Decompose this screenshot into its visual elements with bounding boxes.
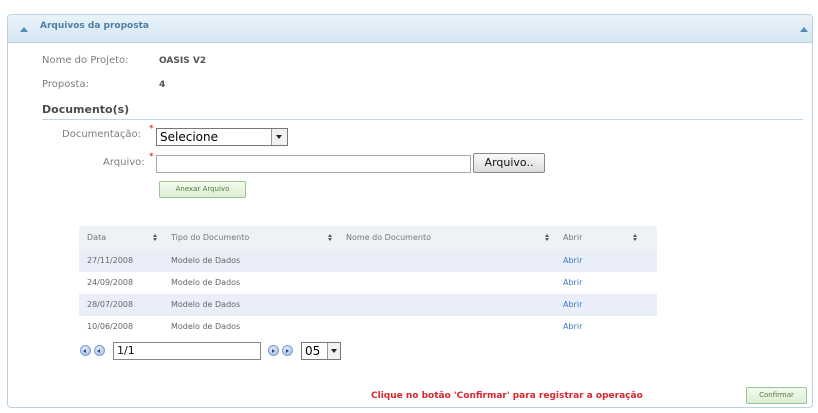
previous-page-icon <box>97 349 100 353</box>
open-link[interactable]: Abrir <box>563 322 582 331</box>
sort-icon[interactable] <box>328 234 333 242</box>
proposal-label: Proposta: <box>42 79 89 90</box>
sort-icon[interactable] <box>153 234 158 242</box>
column-header-type[interactable]: Tipo do Documento <box>171 233 249 242</box>
row-type: Modelo de Dados <box>171 300 241 309</box>
file-label: Arquivo: <box>103 157 145 168</box>
documents-section-title: Documento(s) <box>42 103 130 116</box>
row-date: 28/07/2008 <box>87 300 134 309</box>
open-link[interactable]: Abrir <box>563 300 582 309</box>
open-link[interactable]: Abrir <box>563 256 582 265</box>
first-page-button[interactable] <box>80 345 91 356</box>
table-row: 28/07/2008 Modelo de Dados Abrir <box>79 294 657 316</box>
row-type: Modelo de Dados <box>171 278 241 287</box>
previous-page-button[interactable] <box>94 345 105 356</box>
collapse-icon[interactable] <box>20 27 28 32</box>
proposal-value: 4 <box>159 80 166 90</box>
required-mark: * <box>149 124 154 134</box>
last-page-icon <box>286 349 289 353</box>
required-mark: * <box>149 152 154 162</box>
page-size-dropdown-button[interactable] <box>327 343 340 359</box>
sort-icon[interactable] <box>545 234 550 242</box>
documentation-selected: Selecione <box>160 130 218 144</box>
chevron-down-icon <box>331 349 337 353</box>
row-type: Modelo de Dados <box>171 322 241 331</box>
row-date: 10/06/2008 <box>87 322 134 331</box>
attach-file-button[interactable]: Anexar Arquivo <box>159 181 246 198</box>
open-link[interactable]: Abrir <box>563 278 582 287</box>
column-header-name[interactable]: Nome do Documento <box>346 233 431 242</box>
row-date: 27/11/2008 <box>87 256 134 265</box>
page-input[interactable]: 1/1 <box>113 342 261 360</box>
section-divider <box>42 119 803 120</box>
page-size-value: 05 <box>305 344 321 358</box>
table-row: 10/06/2008 Modelo de Dados Abrir <box>79 316 657 338</box>
next-page-icon <box>272 349 275 353</box>
last-page-button[interactable] <box>282 345 293 356</box>
documentation-select[interactable]: Selecione <box>156 128 288 146</box>
panel-title: Arquivos da proposta <box>40 21 149 31</box>
next-page-button[interactable] <box>268 345 279 356</box>
row-date: 24/09/2008 <box>87 278 134 287</box>
project-name-label: Nome do Projeto: <box>42 55 129 66</box>
browse-file-button[interactable]: Arquivo.. <box>473 153 545 173</box>
chevron-down-icon <box>276 135 282 139</box>
row-type: Modelo de Dados <box>171 256 241 265</box>
project-name-value: OASIS V2 <box>159 56 207 66</box>
page-size-select[interactable]: 05 <box>301 342 341 360</box>
collapse-right-icon[interactable] <box>800 27 808 32</box>
confirm-instruction: Clique no botão 'Confirmar' para registr… <box>371 391 643 401</box>
documentation-label: Documentação: <box>62 129 142 140</box>
dropdown-button[interactable] <box>271 129 287 145</box>
sort-icon[interactable] <box>633 234 638 242</box>
first-page-icon <box>83 349 86 353</box>
confirm-button[interactable]: Confirmar <box>746 387 807 404</box>
file-path-input[interactable] <box>156 155 471 173</box>
column-header-date[interactable]: Data <box>87 233 106 242</box>
table-row: 27/11/2008 Modelo de Dados Abrir <box>79 250 657 272</box>
column-header-open[interactable]: Abrir <box>563 233 582 242</box>
table-row: 24/09/2008 Modelo de Dados Abrir <box>79 272 657 294</box>
